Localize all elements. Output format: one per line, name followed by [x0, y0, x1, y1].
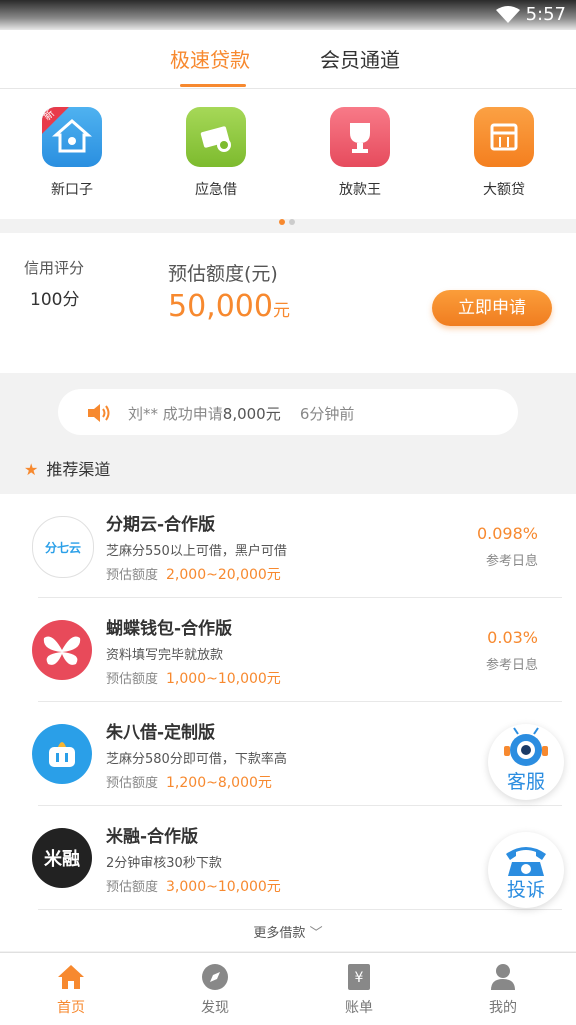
page-indicator	[277, 210, 297, 229]
complaint-label: 投诉	[506, 879, 545, 901]
loan-amount-label: 预估额度	[106, 776, 159, 791]
active-tab-indicator	[180, 84, 246, 87]
star-icon: ★	[24, 460, 39, 479]
loan-amount-value: 1,000~10,000元	[166, 671, 281, 687]
quota-amount: 50,000元	[168, 289, 290, 324]
loan-rate-label: 参考日息	[485, 658, 538, 673]
notice-text: 刘** 成功申请8,000元 6分钟前	[128, 403, 354, 424]
more-loans-button[interactable]: 更多借款 ﹀	[0, 922, 576, 941]
section-title: ★ 推荐渠道	[24, 456, 110, 480]
calendar-icon	[474, 107, 534, 167]
cash-icon	[186, 107, 246, 167]
tab-member-channel[interactable]: 会员通道	[320, 44, 400, 73]
loan-amount-value: 2,000~20,000元	[166, 567, 281, 583]
loan-amount: 预估额度 1,000~10,000元	[106, 668, 281, 688]
svg-text:¥: ¥	[355, 970, 364, 986]
complaint-button[interactable]: 投诉	[488, 832, 564, 908]
loan-amount: 预估额度 1,200~8,000元	[106, 772, 272, 792]
loan-amount-value: 3,000~10,000元	[166, 879, 281, 895]
speaker-icon	[88, 404, 110, 422]
page-dot-active	[279, 219, 285, 225]
compass-icon	[170, 961, 260, 993]
customer-service-button[interactable]: 客服	[488, 724, 564, 800]
row-divider	[38, 909, 562, 910]
nav-discover[interactable]: 发现	[170, 961, 260, 1017]
loan-item-fenqiyun[interactable]: 分七云 分期云-合作版 芝麻分550以上可借，黑户可借 预估额度 2,000~20…	[0, 494, 576, 598]
quota-unit: 元	[272, 301, 290, 321]
section-title-text: 推荐渠道	[46, 460, 111, 479]
loan-amount: 预估额度 3,000~10,000元	[106, 876, 281, 896]
page-dot	[289, 219, 295, 225]
fenqiyun-logo: 分七云	[32, 516, 94, 578]
wifi-icon	[496, 6, 520, 23]
butterfly-logo	[32, 620, 92, 680]
loan-item-butterfly[interactable]: 蝴蝶钱包-合作版 资料填写完毕就放款 预估额度 1,000~10,000元 0.0…	[0, 598, 576, 702]
credit-card: 信用评分 100分 预估额度(元) 50,000元 立即申请	[0, 233, 576, 373]
bottom-nav: 首页 发现 ¥ 账单 我的	[0, 952, 576, 1025]
nav-mine-label: 我的	[489, 1000, 517, 1016]
apply-now-button[interactable]: 立即申请	[432, 290, 552, 326]
bill-icon: ¥	[314, 961, 404, 993]
loan-amount: 预估额度 2,000~20,000元	[106, 564, 281, 584]
mirong-logo: 米融	[32, 828, 92, 888]
top-tab-bar: 极速贷款 会员通道	[0, 30, 576, 89]
loan-amount-label: 预估额度	[106, 880, 159, 895]
nav-home[interactable]: 首页	[26, 961, 116, 1017]
status-bar: 5:57	[0, 0, 576, 30]
quick-entry-loan-king[interactable]: 放款王	[310, 107, 410, 199]
loan-desc: 资料填写完毕就放款	[106, 648, 224, 663]
credit-score-label: 信用评分	[24, 259, 85, 277]
loan-name: 米融-合作版	[106, 827, 199, 847]
chevron-down-icon: ﹀	[309, 926, 323, 941]
loan-amount-label: 预估额度	[106, 672, 159, 687]
notice-amount: 8,000元	[222, 405, 281, 423]
home-icon	[26, 961, 116, 993]
loan-amount-value: 1,200~8,000元	[166, 775, 272, 791]
loan-name: 分期云-合作版	[106, 515, 216, 535]
quick-entry-label: 放款王	[339, 182, 381, 198]
quota-value: 50,000	[168, 289, 273, 324]
loan-desc: 芝麻分580分即可借，下款率高	[106, 752, 287, 767]
loan-rate-label: 参考日息	[485, 554, 538, 569]
status-time: 5:57	[525, 4, 566, 25]
loan-name: 朱八借-定制版	[106, 723, 216, 743]
user-icon	[458, 961, 548, 993]
loan-amount-label: 预估额度	[106, 568, 159, 583]
tab-fast-loan[interactable]: 极速贷款	[170, 44, 250, 73]
zhubajie-logo	[32, 724, 92, 784]
quick-entry-grid: 新 新口子 应急借 放款王 大额贷	[0, 89, 576, 225]
notice-user: 刘** 成功申请	[128, 405, 223, 423]
nav-discover-label: 发现	[201, 1000, 229, 1016]
notice-banner: 刘** 成功申请8,000元 6分钟前	[58, 389, 518, 435]
loan-desc: 2分钟审核30秒下款	[106, 856, 222, 871]
quick-entry-label: 应急借	[195, 182, 237, 198]
loan-rate: 0.098%	[476, 524, 538, 543]
house-icon: 新	[42, 107, 102, 167]
loan-desc: 芝麻分550以上可借，黑户可借	[106, 544, 287, 559]
nav-home-label: 首页	[57, 1000, 85, 1016]
quick-entry-large-loan[interactable]: 大额贷	[454, 107, 554, 199]
nav-mine[interactable]: 我的	[458, 961, 548, 1017]
trophy-icon	[330, 107, 390, 167]
quick-entry-emergency[interactable]: 应急借	[166, 107, 266, 199]
quick-entry-new[interactable]: 新 新口子	[22, 107, 122, 199]
nav-bill-label: 账单	[345, 1000, 373, 1016]
loan-rate: 0.03%	[487, 628, 538, 647]
customer-service-label: 客服	[506, 771, 545, 793]
notice-time: 6分钟前	[299, 405, 355, 423]
quota-label: 预估额度(元)	[168, 263, 278, 285]
credit-score-value: 100分	[30, 290, 80, 310]
quick-entry-label: 大额贷	[483, 182, 525, 198]
quick-entry-label: 新口子	[51, 182, 93, 198]
loan-name: 蝴蝶钱包-合作版	[106, 619, 233, 639]
more-loans-label: 更多借款	[253, 926, 306, 941]
nav-bill[interactable]: ¥ 账单	[314, 961, 404, 1017]
